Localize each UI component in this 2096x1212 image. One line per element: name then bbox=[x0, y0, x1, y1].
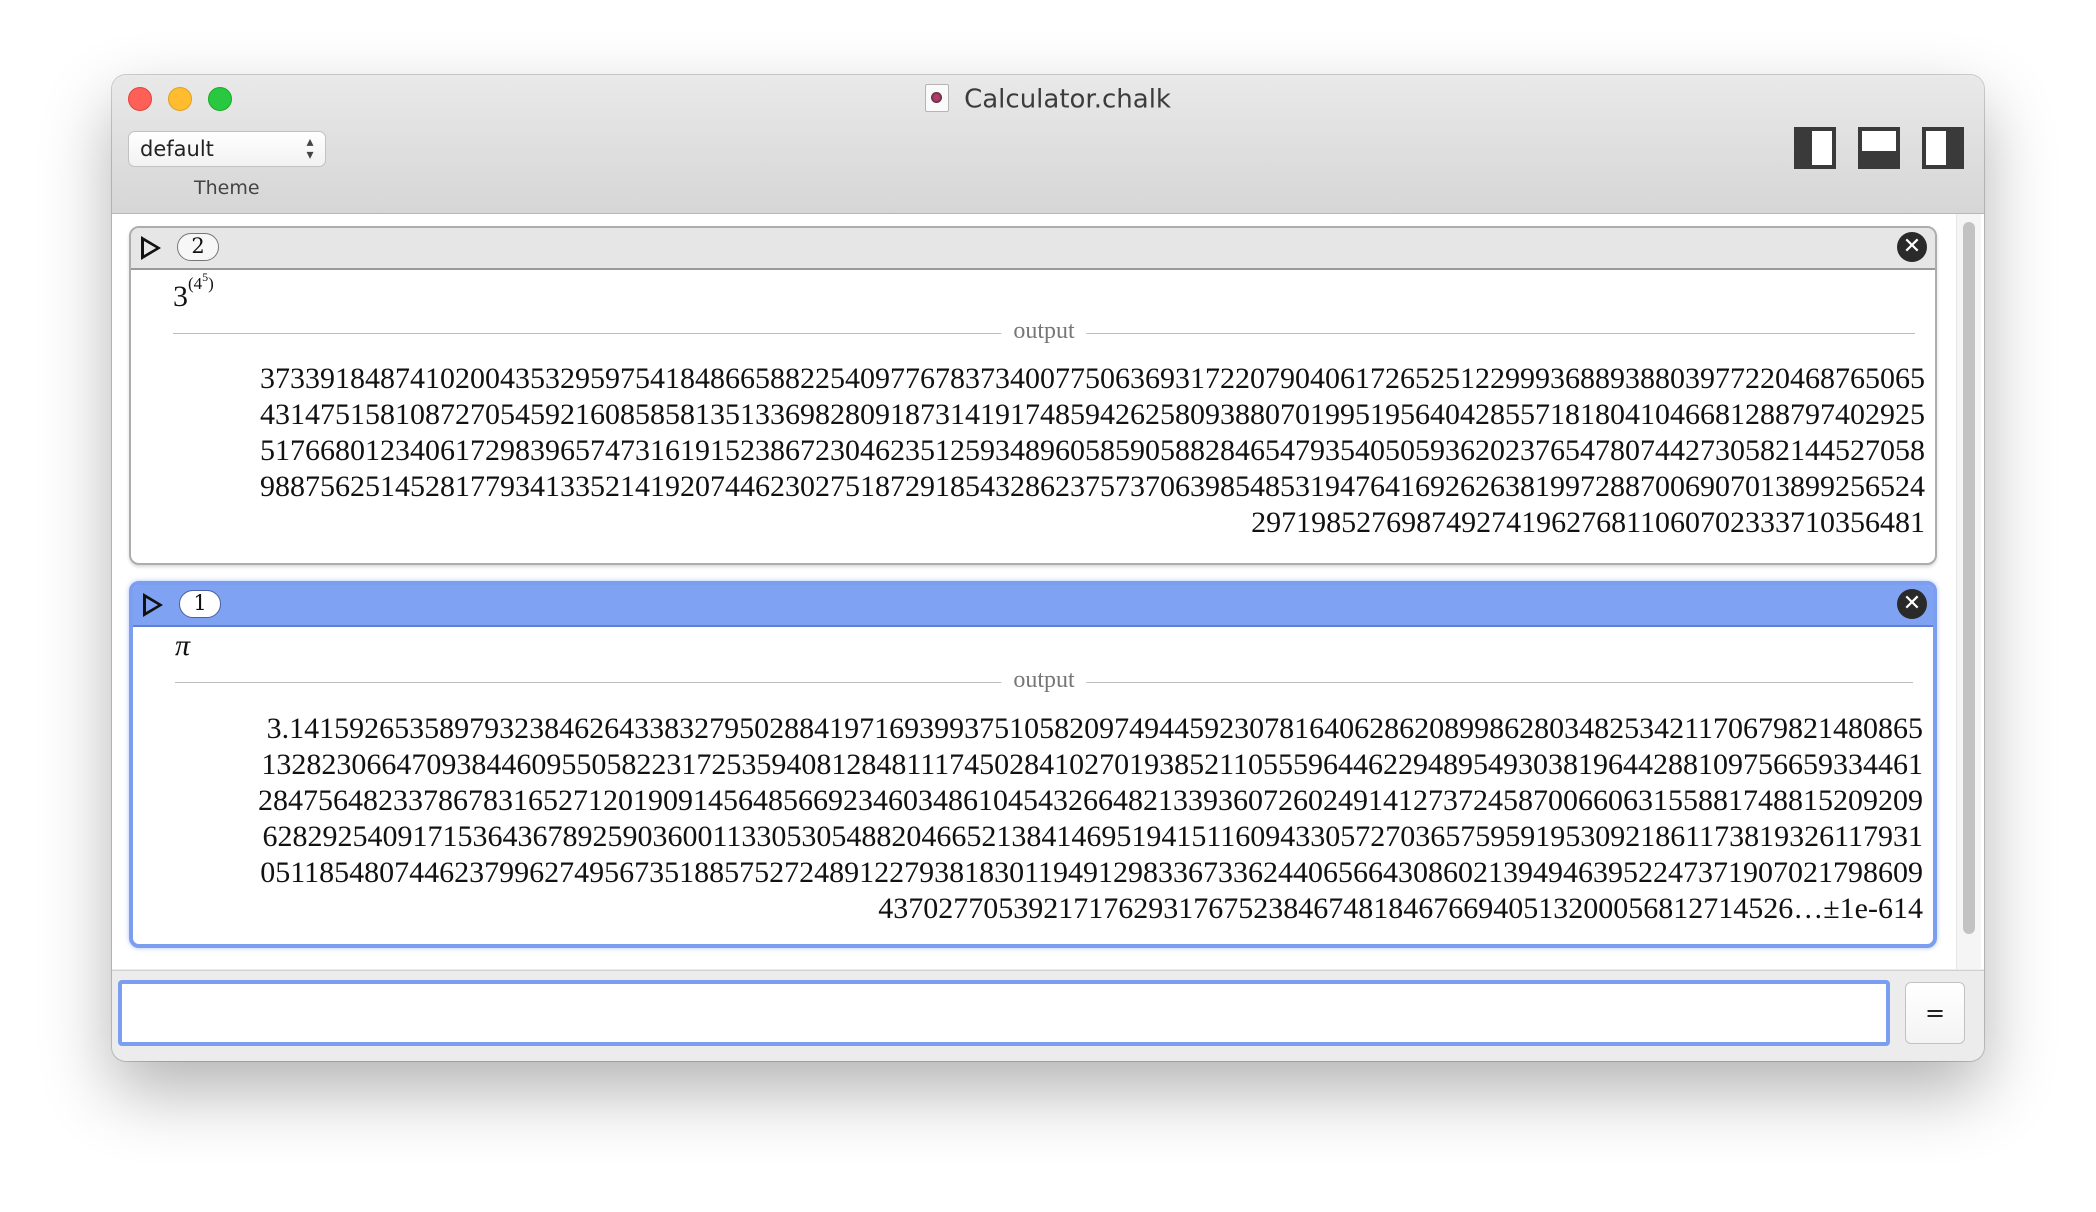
close-entry-icon[interactable]: ✕ bbox=[1897, 232, 1927, 262]
output-separator: output bbox=[173, 318, 1915, 348]
theme-label: Theme bbox=[194, 177, 260, 199]
calc-entry-2[interactable]: 2 ✕ 3(45) output 37339184874102004353295… bbox=[129, 226, 1937, 565]
title-bar: Calculator.chalk default ▴ ▾ Theme bbox=[112, 75, 1984, 214]
result-line: 2971985276987492741962768110607023337103… bbox=[1251, 506, 1925, 539]
calc-entry-1[interactable]: 1 ✕ π output 3.1415926535897932384626433… bbox=[129, 581, 1937, 948]
entry-result: 3733918487410200435329597541848665882254… bbox=[149, 361, 1925, 541]
result-line: 6282925409171536436789259036001133053054… bbox=[262, 820, 1923, 853]
result-line: 4370277053921717629317675238467481846766… bbox=[878, 892, 1923, 925]
expression-input[interactable] bbox=[118, 980, 1890, 1046]
entry-expression[interactable]: π bbox=[175, 629, 190, 663]
close-entry-icon[interactable]: ✕ bbox=[1897, 589, 1927, 619]
calculator-window: Calculator.chalk default ▴ ▾ Theme 2 ✕ 3(… bbox=[112, 75, 1984, 1061]
output-label: output bbox=[1001, 318, 1087, 345]
result-line: 2847564823378678316527120190914564856692… bbox=[258, 784, 1923, 817]
entry-result: 3.14159265358979323846264338327950288419… bbox=[151, 711, 1923, 927]
entry-index-badge: 1 bbox=[179, 590, 221, 618]
result-line: 0511854807446237996274956735188575272489… bbox=[260, 856, 1923, 889]
entry-header: 2 ✕ bbox=[131, 228, 1935, 270]
result-line: 5176680123406172983965747316191523867230… bbox=[260, 434, 1925, 467]
vertical-scrollbar[interactable] bbox=[1956, 214, 1981, 969]
play-icon[interactable] bbox=[143, 593, 163, 617]
output-label: output bbox=[1001, 667, 1087, 694]
entry-expression[interactable]: 3(45) bbox=[173, 270, 214, 314]
result-line: 9887562514528177934133521419207446230275… bbox=[260, 470, 1925, 503]
input-bar: = bbox=[112, 970, 1984, 1061]
bottom-panel-layout-icon[interactable] bbox=[1858, 127, 1900, 169]
entry-header: 1 ✕ bbox=[133, 585, 1933, 627]
entry-index-badge: 2 bbox=[177, 233, 219, 261]
scrollbar-thumb[interactable] bbox=[1963, 222, 1975, 934]
evaluate-button[interactable]: = bbox=[1905, 982, 1965, 1044]
window-title-area: Calculator.chalk bbox=[112, 81, 1984, 117]
result-line: 1328230664709384460955058223172535940812… bbox=[261, 748, 1923, 781]
theme-select-value: default bbox=[140, 137, 214, 161]
result-line: 3.14159265358979323846264338327950288419… bbox=[266, 712, 1923, 745]
play-icon[interactable] bbox=[141, 236, 161, 260]
window-title: Calculator.chalk bbox=[964, 84, 1171, 115]
right-sidebar-layout-icon[interactable] bbox=[1922, 127, 1964, 169]
result-line: 3733918487410200435329597541848665882254… bbox=[260, 362, 1925, 395]
left-sidebar-layout-icon[interactable] bbox=[1794, 127, 1836, 169]
chevron-up-down-icon: ▴ ▾ bbox=[306, 134, 314, 163]
document-icon bbox=[925, 83, 949, 112]
theme-select[interactable]: default ▴ ▾ bbox=[128, 131, 326, 167]
result-line: 4314751581087270545921608585813513369828… bbox=[260, 398, 1925, 431]
output-separator: output bbox=[175, 667, 1913, 697]
